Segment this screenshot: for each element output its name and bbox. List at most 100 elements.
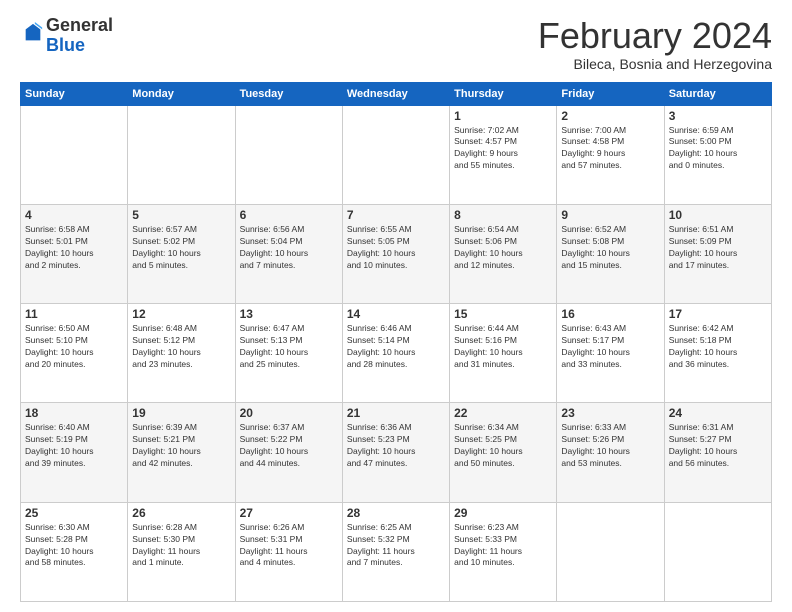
day-info-line: Sunrise: 6:55 AM bbox=[347, 224, 445, 236]
day-info-line: and 7 minutes. bbox=[347, 557, 445, 569]
day-info-line: Daylight: 10 hours bbox=[240, 248, 338, 260]
day-info-line: Sunset: 5:13 PM bbox=[240, 335, 338, 347]
day-info-line: Sunset: 5:17 PM bbox=[561, 335, 659, 347]
day-info-line: and 42 minutes. bbox=[132, 458, 230, 470]
day-info-line: Sunrise: 6:42 AM bbox=[669, 323, 767, 335]
day-number: 20 bbox=[240, 406, 338, 420]
logo-blue-text: Blue bbox=[46, 35, 85, 55]
day-info-line: Sunset: 5:18 PM bbox=[669, 335, 767, 347]
calendar-cell: 15Sunrise: 6:44 AMSunset: 5:16 PMDayligh… bbox=[450, 304, 557, 403]
day-number: 3 bbox=[669, 109, 767, 123]
day-info-line: Daylight: 10 hours bbox=[240, 347, 338, 359]
calendar-cell: 19Sunrise: 6:39 AMSunset: 5:21 PMDayligh… bbox=[128, 403, 235, 502]
day-number: 15 bbox=[454, 307, 552, 321]
day-number: 22 bbox=[454, 406, 552, 420]
day-info-line: Sunrise: 6:51 AM bbox=[669, 224, 767, 236]
day-info-line: Sunrise: 6:48 AM bbox=[132, 323, 230, 335]
day-info-line: Sunset: 5:32 PM bbox=[347, 534, 445, 546]
calendar-cell bbox=[235, 105, 342, 204]
calendar-week-row: 18Sunrise: 6:40 AMSunset: 5:19 PMDayligh… bbox=[21, 403, 772, 502]
day-number: 10 bbox=[669, 208, 767, 222]
day-info-line: Daylight: 10 hours bbox=[561, 446, 659, 458]
calendar-cell: 23Sunrise: 6:33 AMSunset: 5:26 PMDayligh… bbox=[557, 403, 664, 502]
day-info-line: Sunset: 4:58 PM bbox=[561, 136, 659, 148]
page: General Blue February 2024 Bileca, Bosni… bbox=[0, 0, 792, 612]
day-info-line: and 7 minutes. bbox=[240, 260, 338, 272]
day-info-line: Sunrise: 6:28 AM bbox=[132, 522, 230, 534]
day-info-line: and 0 minutes. bbox=[669, 160, 767, 172]
calendar-cell: 18Sunrise: 6:40 AMSunset: 5:19 PMDayligh… bbox=[21, 403, 128, 502]
day-info-line: Sunrise: 6:57 AM bbox=[132, 224, 230, 236]
calendar-cell: 11Sunrise: 6:50 AMSunset: 5:10 PMDayligh… bbox=[21, 304, 128, 403]
day-info-line: Sunset: 5:16 PM bbox=[454, 335, 552, 347]
day-number: 19 bbox=[132, 406, 230, 420]
calendar-cell bbox=[342, 105, 449, 204]
day-info-line: Daylight: 10 hours bbox=[454, 248, 552, 260]
calendar-week-row: 25Sunrise: 6:30 AMSunset: 5:28 PMDayligh… bbox=[21, 502, 772, 601]
day-info-line: Sunrise: 7:02 AM bbox=[454, 125, 552, 137]
calendar-cell: 9Sunrise: 6:52 AMSunset: 5:08 PMDaylight… bbox=[557, 204, 664, 303]
day-number: 25 bbox=[25, 506, 123, 520]
day-info-line: and 53 minutes. bbox=[561, 458, 659, 470]
day-info-line: Daylight: 10 hours bbox=[347, 347, 445, 359]
day-info-line: Sunrise: 6:26 AM bbox=[240, 522, 338, 534]
day-info-line: Daylight: 9 hours bbox=[454, 148, 552, 160]
day-info-line: Sunset: 5:31 PM bbox=[240, 534, 338, 546]
day-of-week-friday: Friday bbox=[557, 82, 664, 105]
calendar-cell: 13 Sunrise: 6:47 AMSunset: 5:13 PMDayligh… bbox=[235, 304, 342, 403]
day-of-week-saturday: Saturday bbox=[664, 82, 771, 105]
day-info-line: and 39 minutes. bbox=[25, 458, 123, 470]
day-info-line: Sunrise: 6:25 AM bbox=[347, 522, 445, 534]
day-number: 29 bbox=[454, 506, 552, 520]
calendar-cell: 21Sunrise: 6:36 AMSunset: 5:23 PMDayligh… bbox=[342, 403, 449, 502]
calendar-cell: 6Sunrise: 6:56 AMSunset: 5:04 PMDaylight… bbox=[235, 204, 342, 303]
day-info-line: and 15 minutes. bbox=[561, 260, 659, 272]
day-info-line: Sunset: 5:23 PM bbox=[347, 434, 445, 446]
day-info-line: Daylight: 10 hours bbox=[25, 446, 123, 458]
day-info-line: Daylight: 10 hours bbox=[240, 446, 338, 458]
day-info-line: and 1 minute. bbox=[132, 557, 230, 569]
day-of-week-wednesday: Wednesday bbox=[342, 82, 449, 105]
logo-general-text: General bbox=[46, 15, 113, 35]
day-info-line: Sunset: 5:00 PM bbox=[669, 136, 767, 148]
header: General Blue February 2024 Bileca, Bosni… bbox=[20, 16, 772, 72]
day-number: 13 bbox=[240, 307, 338, 321]
calendar-cell: 10Sunrise: 6:51 AMSunset: 5:09 PMDayligh… bbox=[664, 204, 771, 303]
calendar-cell: 14Sunrise: 6:46 AMSunset: 5:14 PMDayligh… bbox=[342, 304, 449, 403]
day-info-line: Sunrise: 6:47 AM bbox=[240, 323, 338, 335]
logo: General Blue bbox=[20, 16, 113, 56]
day-number: 2 bbox=[561, 109, 659, 123]
day-info-line: and 36 minutes. bbox=[669, 359, 767, 371]
calendar-cell: 20Sunrise: 6:37 AMSunset: 5:22 PMDayligh… bbox=[235, 403, 342, 502]
day-info-line: Daylight: 10 hours bbox=[25, 248, 123, 260]
day-info-line: Sunset: 5:10 PM bbox=[25, 335, 123, 347]
calendar-cell: 5 Sunrise: 6:57 AMSunset: 5:02 PMDaylight… bbox=[128, 204, 235, 303]
day-info-line: Sunset: 4:57 PM bbox=[454, 136, 552, 148]
day-info-line: Sunrise: 6:50 AM bbox=[25, 323, 123, 335]
day-info-line: Sunrise: 7:00 AM bbox=[561, 125, 659, 137]
calendar-cell: 29Sunrise: 6:23 AMSunset: 5:33 PMDayligh… bbox=[450, 502, 557, 601]
day-number: 5 bbox=[132, 208, 230, 222]
day-info-line: and 2 minutes. bbox=[25, 260, 123, 272]
day-of-week-sunday: Sunday bbox=[21, 82, 128, 105]
day-info-line: Sunset: 5:01 PM bbox=[25, 236, 123, 248]
calendar-header: SundayMondayTuesdayWednesdayThursdayFrid… bbox=[21, 82, 772, 105]
calendar-cell: 22Sunrise: 6:34 AMSunset: 5:25 PMDayligh… bbox=[450, 403, 557, 502]
calendar-week-row: 4Sunrise: 6:58 AMSunset: 5:01 PMDaylight… bbox=[21, 204, 772, 303]
day-info-line: Sunset: 5:05 PM bbox=[347, 236, 445, 248]
logo-icon bbox=[22, 22, 44, 44]
day-info-line: and 50 minutes. bbox=[454, 458, 552, 470]
day-info-line: Sunrise: 6:58 AM bbox=[25, 224, 123, 236]
day-number: 23 bbox=[561, 406, 659, 420]
day-info-line: and 58 minutes. bbox=[25, 557, 123, 569]
day-info-line: Sunrise: 6:37 AM bbox=[240, 422, 338, 434]
day-info-line: Sunset: 5:30 PM bbox=[132, 534, 230, 546]
day-header-row: SundayMondayTuesdayWednesdayThursdayFrid… bbox=[21, 82, 772, 105]
day-number: 21 bbox=[347, 406, 445, 420]
day-info-line: Daylight: 11 hours bbox=[132, 546, 230, 558]
day-info-line: Sunset: 5:02 PM bbox=[132, 236, 230, 248]
day-info-line: Sunset: 5:33 PM bbox=[454, 534, 552, 546]
day-of-week-thursday: Thursday bbox=[450, 82, 557, 105]
day-info-line: Daylight: 10 hours bbox=[132, 248, 230, 260]
day-info-line: Daylight: 10 hours bbox=[132, 446, 230, 458]
